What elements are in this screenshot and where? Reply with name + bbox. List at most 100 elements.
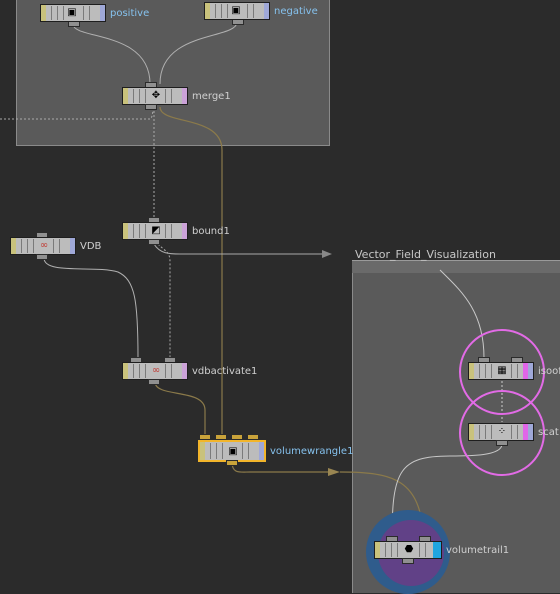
wire-vdbactivate-wrangle	[154, 381, 206, 436]
node-label-scatter[interactable]: scat	[538, 427, 559, 438]
node-segment-divider	[242, 443, 243, 459]
node-segment-divider	[145, 364, 146, 378]
node-segment-divider	[221, 4, 222, 18]
cube-warp-icon: ▣	[67, 7, 77, 18]
node-flag-left[interactable]	[205, 3, 210, 19]
node-merge1[interactable]: ✥	[122, 87, 188, 105]
output-connector[interactable]	[145, 104, 157, 110]
node-flag-left[interactable]	[469, 363, 474, 379]
node-segment-divider	[479, 425, 480, 439]
volumetrail-icon: ⬣	[404, 544, 414, 555]
output-connector[interactable]	[402, 558, 414, 564]
node-segment-divider	[171, 89, 172, 103]
wire-bound-vdbactivate	[157, 243, 171, 358]
node-vdbactivate1[interactable]: ∞	[122, 362, 188, 380]
node-segment-divider	[419, 543, 420, 557]
output-connector[interactable]	[226, 460, 238, 466]
node-segment-divider	[385, 543, 386, 557]
node-segment-divider	[425, 543, 426, 557]
node-flag-left[interactable]	[375, 542, 380, 558]
node-segment-divider	[511, 364, 512, 378]
node-volumewrangle1[interactable]: ▣	[198, 440, 266, 462]
node-flag-left[interactable]	[123, 363, 128, 379]
node-flag-right[interactable]	[528, 363, 533, 379]
node-negative[interactable]: ▣	[204, 2, 270, 20]
node-positive[interactable]: ▣	[40, 4, 106, 22]
node-segment-divider	[517, 364, 518, 378]
node-segment-divider	[83, 6, 84, 20]
node-flag-render[interactable]	[433, 542, 441, 558]
node-flag-right[interactable]	[70, 238, 75, 254]
wrangle-icon: ▣	[228, 446, 238, 457]
node-segment-divider	[511, 425, 512, 439]
node-flag-right[interactable]	[182, 363, 187, 379]
node-label-vdb[interactable]: VDB	[80, 241, 101, 252]
output-connector[interactable]	[36, 254, 48, 260]
node-label-volumewrangle1[interactable]: volumewrangle1	[270, 446, 353, 457]
node-segment-divider	[517, 425, 518, 439]
node-segment-divider	[165, 89, 166, 103]
node-segment-divider	[53, 239, 54, 253]
node-segment-divider	[247, 4, 248, 18]
node-segment-divider	[397, 543, 398, 557]
node-label-negative[interactable]: negative	[274, 6, 318, 17]
node-segment-divider	[145, 89, 146, 103]
node-flag-right[interactable]	[182, 88, 187, 104]
cube-warp-icon: ▣	[231, 5, 241, 16]
node-segment-divider	[57, 6, 58, 20]
node-segment-divider	[485, 364, 486, 378]
wire-dotted-left	[0, 107, 154, 120]
node-flag-left[interactable]	[123, 88, 128, 104]
vdb-icon: ∞	[39, 240, 49, 251]
node-flag-left[interactable]	[469, 424, 474, 440]
node-segment-divider	[139, 89, 140, 103]
bound-icon: ◩	[151, 225, 161, 236]
node-segment-divider	[21, 239, 22, 253]
node-scatter[interactable]: ⁘	[468, 423, 534, 441]
node-segment-divider	[171, 364, 172, 378]
node-label-bound1[interactable]: bound1	[192, 226, 230, 237]
node-segment-divider	[391, 543, 392, 557]
node-segment-divider	[491, 364, 492, 378]
node-segment-divider	[215, 4, 216, 18]
isooffset-icon: ▦	[497, 365, 507, 376]
node-vdb[interactable]: ∞	[10, 237, 76, 255]
node-segment-divider	[479, 364, 480, 378]
node-segment-divider	[222, 443, 223, 459]
node-flag-right[interactable]	[259, 442, 264, 460]
node-flag-left[interactable]	[123, 223, 128, 239]
node-flag-right[interactable]	[264, 3, 269, 19]
output-connector[interactable]	[496, 440, 508, 446]
node-bound1[interactable]: ◩	[122, 222, 188, 240]
node-flag-left[interactable]	[41, 5, 46, 21]
output-connector[interactable]	[148, 379, 160, 385]
node-segment-divider	[27, 239, 28, 253]
node-flag-left[interactable]	[11, 238, 16, 254]
node-segment-divider	[171, 224, 172, 238]
node-flag-left[interactable]	[200, 442, 205, 460]
node-segment-divider	[63, 6, 64, 20]
node-segment-divider	[133, 224, 134, 238]
output-connector[interactable]	[148, 239, 160, 245]
wire-arrow-wrangle	[328, 468, 340, 476]
node-segment-divider	[248, 443, 249, 459]
node-label-merge1[interactable]: merge1	[192, 91, 231, 102]
node-segment-divider	[491, 425, 492, 439]
node-flag-right[interactable]	[528, 424, 533, 440]
node-segment-divider	[133, 89, 134, 103]
node-segment-divider	[139, 224, 140, 238]
node-label-isooffset[interactable]: isoof	[538, 366, 560, 377]
node-segment-divider	[165, 224, 166, 238]
node-flag-right[interactable]	[100, 5, 105, 21]
wire-positive-merge	[72, 23, 151, 85]
node-label-volumetrail1[interactable]: volumetrail1	[446, 545, 509, 556]
node-segment-divider	[145, 224, 146, 238]
wire-negative-merge	[159, 21, 238, 85]
node-segment-divider	[485, 425, 486, 439]
node-isooffset[interactable]: ▦	[468, 362, 534, 380]
node-volumetrail1[interactable]: ⬣	[374, 541, 442, 559]
node-segment-divider	[165, 364, 166, 378]
node-label-positive[interactable]: positive	[110, 8, 149, 19]
node-flag-right[interactable]	[182, 223, 187, 239]
node-label-vdbactivate1[interactable]: vdbactivate1	[192, 366, 257, 377]
